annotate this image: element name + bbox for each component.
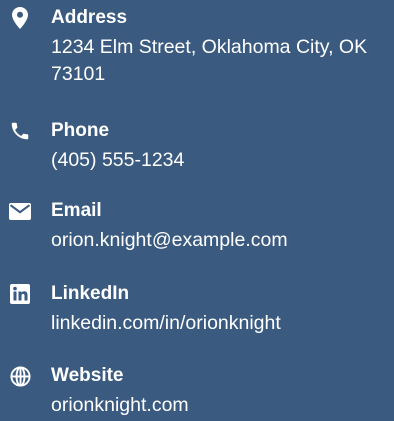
map-pin-icon [8,6,32,30]
contact-value-address: 1234 Elm Street, Oklahoma City, OK 73101 [51,36,368,85]
contact-label-phone: Phone [51,120,110,141]
contact-value-phone[interactable]: (405) 555-1234 [51,147,391,174]
envelope-icon [8,199,32,223]
phone-icon [8,119,32,143]
contact-label-linkedin: LinkedIn [51,283,130,304]
contact-list: Address 1234 Elm Street, Oklahoma City, … [0,0,394,421]
contact-value-email[interactable]: orion.knight@example.com [51,227,391,254]
contact-label-website: Website [51,365,124,386]
linkedin-icon [8,282,32,306]
globe-icon [8,364,32,388]
contact-value-website[interactable]: orionknight.com [51,392,391,419]
contact-value-linkedin[interactable]: linkedin.com/in/orionknight [51,310,391,337]
contact-label-email: Email [51,200,102,221]
contact-label-address: Address [51,7,128,28]
